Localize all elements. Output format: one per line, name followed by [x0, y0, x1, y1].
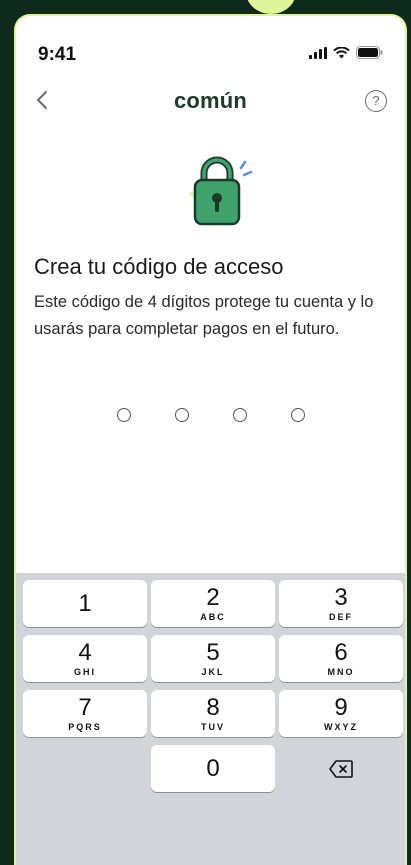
status-time: 9:41 [38, 44, 77, 65]
key-1[interactable]: 1 [23, 580, 147, 627]
signal-icon [309, 46, 327, 59]
key-2[interactable]: 2 ABC [151, 580, 275, 627]
help-button[interactable]: ? [365, 90, 387, 112]
delete-key[interactable] [279, 745, 403, 792]
pin-dot [233, 408, 247, 422]
key-7[interactable]: 7 PQRS [23, 690, 147, 737]
key-5[interactable]: 5 JKL [151, 635, 275, 682]
decorative-blob [246, 0, 296, 14]
phone-screen: 9:41 común ? Crea tu código de acceso Es… [14, 14, 407, 865]
question-icon: ? [372, 93, 380, 108]
shine-lines-icon [239, 160, 253, 177]
key-9[interactable]: 9 WXYZ [279, 690, 403, 737]
battery-icon [356, 46, 383, 59]
key-3[interactable]: 3 DEF [279, 580, 403, 627]
numeric-keypad: 1 2 ABC 3 DEF 4 GHI 5 JKL 6 MNO 7 PQRS 8… [16, 573, 405, 865]
key-8[interactable]: 8 TUV [151, 690, 275, 737]
status-bar: 9:41 [16, 16, 405, 76]
page-description: Este código de 4 dígitos protege tu cuen… [34, 293, 374, 338]
pin-dot [117, 408, 131, 422]
status-icons [309, 46, 383, 59]
lock-illustration [189, 156, 253, 226]
backspace-icon [329, 759, 353, 778]
wifi-icon [333, 46, 350, 58]
key-6[interactable]: 6 MNO [279, 635, 403, 682]
page-title: Crea tu código de acceso [34, 254, 284, 279]
pin-dot [175, 408, 189, 422]
top-nav: común ? [16, 84, 405, 124]
key-0[interactable]: 0 [151, 745, 275, 792]
brand-logo: común [173, 88, 248, 113]
key-4[interactable]: 4 GHI [23, 635, 147, 682]
pin-dot [291, 408, 305, 422]
pin-indicator [117, 408, 305, 422]
